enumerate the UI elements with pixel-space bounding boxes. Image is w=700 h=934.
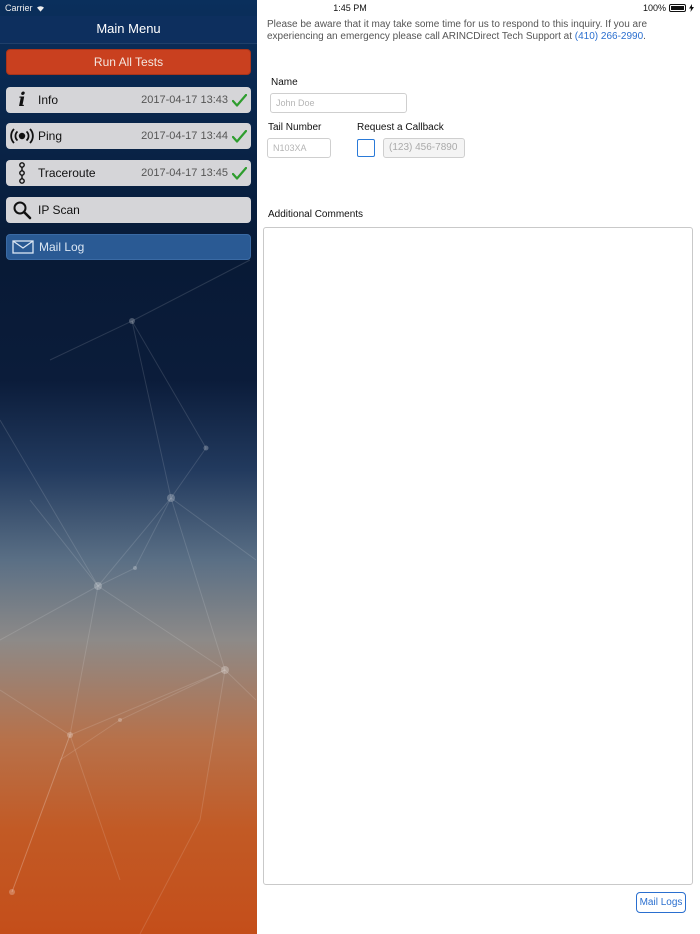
- sidebar-item-traceroute[interactable]: Traceroute 2017-04-17 13:45: [6, 160, 251, 186]
- status-bar: Carrier 1:45 PM 100%: [0, 0, 700, 16]
- sidebar-item-ip-scan[interactable]: IP Scan: [6, 197, 251, 223]
- sidebar-item-label: Info: [38, 93, 59, 107]
- sidebar-item-label: Mail Log: [39, 240, 85, 254]
- checkmark-icon: [232, 93, 248, 107]
- name-field[interactable]: John Doe: [270, 93, 407, 113]
- sidebar: Main Menu Run All Tests i Info 2017-04-1…: [0, 0, 257, 934]
- request-callback-label: Request a Callback: [357, 122, 444, 133]
- tail-number-field[interactable]: N103XA: [267, 138, 331, 158]
- main-panel: Please be aware that it may take some ti…: [257, 0, 700, 934]
- sidebar-item-timestamp: 2017-04-17 13:43: [141, 94, 228, 106]
- battery-percent: 100%: [642, 3, 666, 13]
- charging-icon: [689, 4, 694, 12]
- name-label: Name: [271, 77, 298, 88]
- callback-phone-field[interactable]: (123) 456-7890: [383, 138, 465, 158]
- search-icon: [6, 200, 38, 220]
- request-callback-checkbox[interactable]: [357, 139, 375, 157]
- status-battery: 100%: [643, 3, 694, 13]
- notice-text: Please be aware that it may take some ti…: [267, 19, 692, 43]
- sidebar-item-label: Ping: [38, 129, 63, 143]
- sidebar-item-timestamp: 2017-04-17 13:45: [141, 167, 228, 179]
- info-icon: i: [18, 89, 26, 111]
- checkmark-icon: [232, 166, 248, 180]
- sidebar-item-timestamp: 2017-04-17 13:44: [141, 130, 228, 142]
- sidebar-item-mail-log[interactable]: Mail Log: [6, 234, 251, 260]
- mail-icon: [7, 240, 39, 254]
- tech-support-phone-link[interactable]: (410) 266-2990: [575, 31, 643, 42]
- sidebar-item-label: IP Scan: [38, 203, 80, 217]
- additional-comments-textarea[interactable]: [263, 227, 693, 885]
- checkmark-icon: [232, 129, 248, 143]
- traceroute-icon: [6, 162, 38, 184]
- additional-comments-label: Additional Comments: [268, 209, 364, 220]
- sidebar-item-label: Traceroute: [38, 166, 96, 180]
- ping-icon: [6, 128, 38, 144]
- sidebar-item-info[interactable]: i Info 2017-04-17 13:43: [6, 87, 251, 113]
- battery-icon: [669, 4, 686, 12]
- mail-logs-button[interactable]: Mail Logs: [636, 892, 686, 913]
- sidebar-item-ping[interactable]: Ping 2017-04-17 13:44: [6, 123, 251, 149]
- tail-number-label: Tail Number: [268, 122, 322, 133]
- notice-end: .: [643, 31, 646, 42]
- status-time: 1:45 PM: [333, 3, 367, 13]
- run-all-tests-button[interactable]: Run All Tests: [6, 49, 251, 75]
- sidebar-title: Main Menu: [0, 16, 257, 44]
